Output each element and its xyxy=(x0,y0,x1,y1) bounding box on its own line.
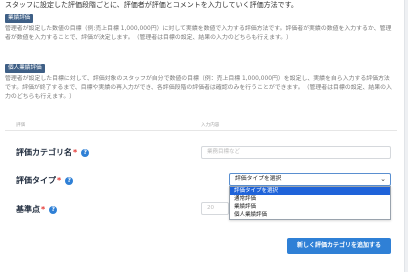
badge-performance: 業績評価 xyxy=(5,14,34,23)
dropdown-option-normal[interactable]: 通常評価 xyxy=(230,195,390,203)
base-score-label: 基準点 * ? xyxy=(16,204,58,215)
help-icon[interactable]: ? xyxy=(81,148,90,157)
dropdown-option-performance[interactable]: 業績評価 xyxy=(230,203,390,211)
badge-individual-performance: 個人業績評価 xyxy=(5,64,45,73)
base-score-label-text: 基準点 xyxy=(16,205,40,214)
evaluation-type-dropdown: 評価タイプを選択 通常評価 業績評価 個人業績評価 xyxy=(229,186,391,220)
description-individual-performance: 管理者が設定した目標に対して、評価対象のスタッフが自分で数値の目標（例：売上目標… xyxy=(5,76,392,100)
category-name-label: 評価カテゴリ名 * ? xyxy=(16,147,90,158)
help-icon[interactable]: ? xyxy=(65,176,74,185)
evaluation-type-select[interactable]: 評価タイプを選択 ⌄ xyxy=(229,173,391,186)
evaluation-type-selected: 評価タイプを選択 xyxy=(235,176,282,182)
base-score-input[interactable]: 20 xyxy=(201,202,229,215)
intro-text: スタッフに設定した評価段階ごとに、評価者が評価とコメントを入力していく評価方法で… xyxy=(5,1,298,9)
column-header-input: 入力内容 xyxy=(201,123,220,128)
dropdown-option-placeholder[interactable]: 評価タイプを選択 xyxy=(230,187,390,195)
help-icon[interactable]: ? xyxy=(49,205,58,214)
add-category-button[interactable]: 新しく評価カテゴリを追加する xyxy=(287,238,391,254)
required-mark: * xyxy=(57,176,62,185)
form-card: スタッフに設定した評価段階ごとに、評価者が評価とコメントを入力していく評価方法で… xyxy=(0,0,405,272)
evaluation-type-label-text: 評価タイプ xyxy=(16,176,56,185)
category-name-input[interactable]: 業務目標など xyxy=(201,146,391,159)
required-mark: * xyxy=(41,205,46,214)
header-divider xyxy=(5,130,397,131)
dropdown-option-individual-performance[interactable]: 個人業績評価 xyxy=(230,211,390,219)
chevron-down-icon: ⌄ xyxy=(380,175,386,183)
category-name-label-text: 評価カテゴリ名 xyxy=(16,148,72,157)
required-mark: * xyxy=(73,148,78,157)
description-performance: 管理者が設定した数値の目標（例:売上目標 1,000,000円）に対して実績を数… xyxy=(5,26,392,41)
evaluation-type-label: 評価タイプ * ? xyxy=(16,175,74,186)
column-header-evaluation: 評価 xyxy=(16,123,26,128)
